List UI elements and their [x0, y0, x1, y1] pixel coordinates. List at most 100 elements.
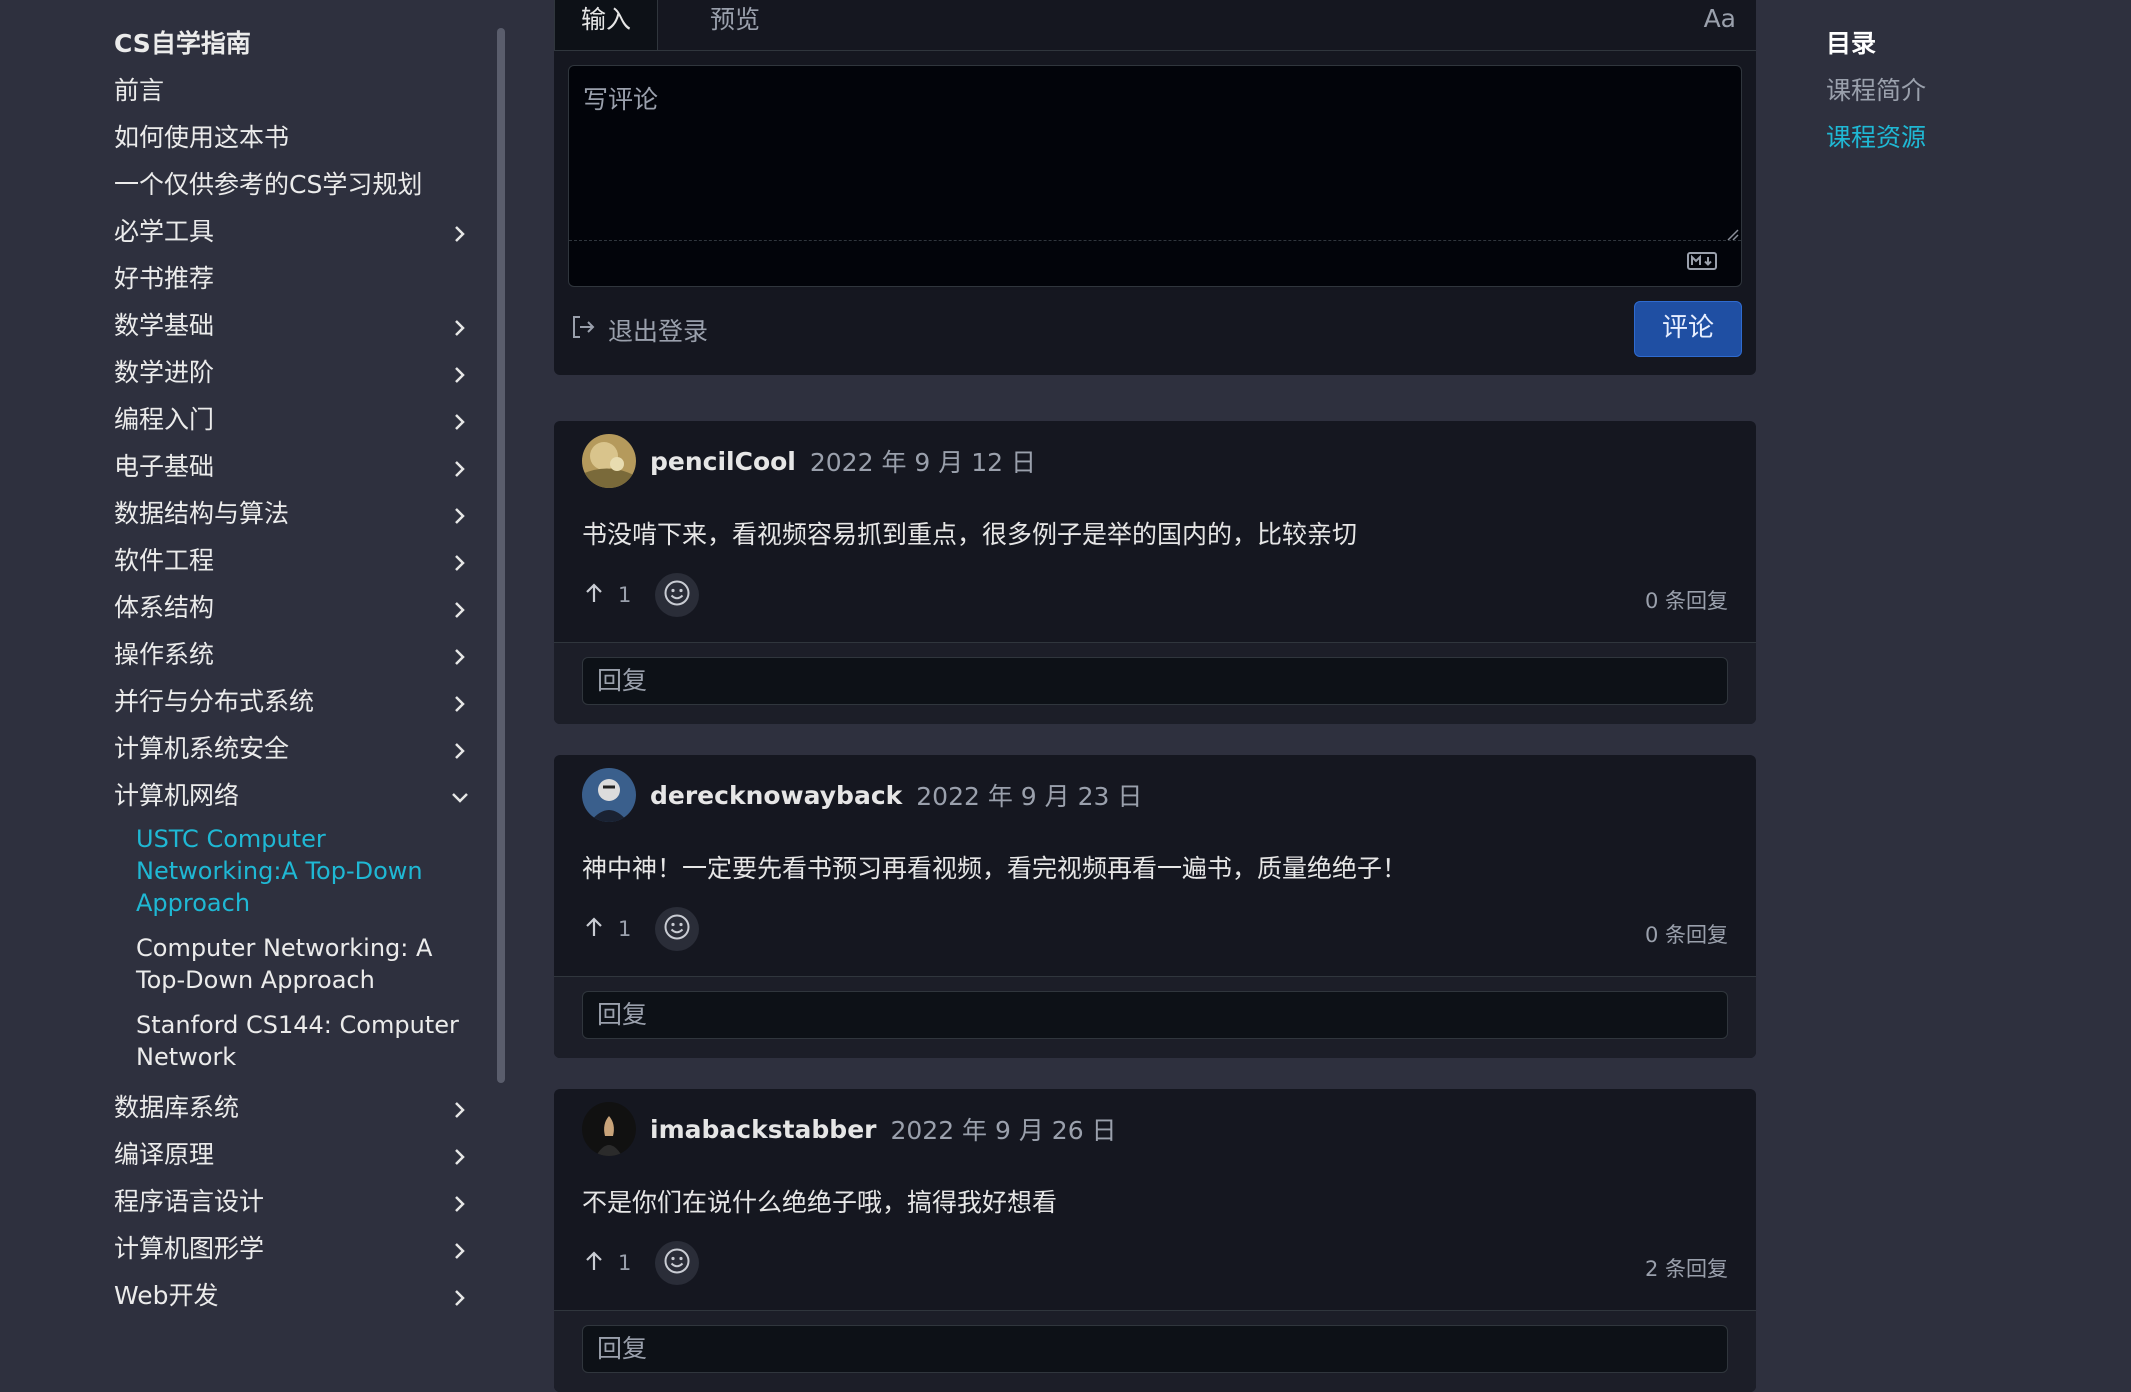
toc-title: 目录	[1826, 29, 1877, 58]
sidebar-item-security[interactable]: 计算机系统安全	[114, 727, 474, 774]
comment-author[interactable]: derecknowayback	[650, 781, 902, 810]
sidebar-item-parallel[interactable]: 并行与分布式系统	[114, 680, 474, 727]
sidebar-item-data-structures[interactable]: 数据结构与算法	[114, 492, 474, 539]
reply-area: 回复	[554, 642, 1756, 724]
add-reaction-button[interactable]	[655, 1241, 700, 1285]
comment-actions: 1	[582, 573, 700, 617]
smiley-icon	[663, 579, 691, 611]
comment-textarea[interactable]: 写评论	[568, 65, 1742, 287]
sidebar-item-architecture[interactable]: 体系结构	[114, 586, 474, 633]
sidebar-item-label: 数据库系统	[114, 1093, 240, 1122]
comment-date[interactable]: 2022 年 9 月 12 日	[810, 443, 1036, 479]
sidebar-item-pl-design[interactable]: 程序语言设计	[114, 1180, 474, 1227]
comment-body: 不是你们在说什么绝绝子哦，搞得我好想看	[582, 1188, 1058, 1217]
chevron-right-icon[interactable]	[446, 586, 474, 633]
comment-actions: 1	[582, 907, 700, 951]
sidebar-item-how-to-use[interactable]: 如何使用这本书	[114, 116, 474, 163]
submit-comment-button[interactable]: 评论	[1634, 301, 1742, 357]
chevron-right-icon[interactable]	[446, 539, 474, 586]
textarea-divider	[569, 240, 1741, 241]
sidebar-item-label: 计算机系统安全	[114, 734, 290, 763]
comment-actions: 1	[582, 1241, 700, 1285]
comment-card: imabackstabber 2022 年 9 月 26 日 不是你们在说什么绝…	[554, 1089, 1756, 1392]
avatar[interactable]	[582, 768, 636, 822]
sidebar-subitem-ustc-networking[interactable]: USTC Computer Networking:A Top-Down Appr…	[114, 823, 474, 919]
sidebar-item-database[interactable]: 数据库系统	[114, 1086, 474, 1133]
chevron-right-icon[interactable]	[446, 633, 474, 680]
sidebar-item-label: 如何使用这本书	[114, 123, 290, 152]
upvote-icon[interactable]	[582, 915, 606, 943]
upvote-count: 1	[618, 917, 632, 941]
comment-body: 书没啃下来，看视频容易抓到重点，很多例子是举的国内的，比较亲切	[582, 520, 1358, 549]
comment-date[interactable]: 2022 年 9 月 26 日	[890, 1111, 1116, 1147]
sidebar-item-books[interactable]: 好书推荐	[114, 257, 474, 304]
avatar[interactable]	[582, 434, 636, 488]
chevron-right-icon[interactable]	[446, 351, 474, 398]
comment-body: 神中神！一定要先看书预习再看视频，看完视频再看一遍书，质量绝绝子！	[582, 854, 1408, 883]
reply-input[interactable]: 回复	[582, 657, 1728, 705]
add-reaction-button[interactable]	[655, 573, 700, 617]
chevron-down-icon[interactable]	[446, 774, 474, 821]
reply-input[interactable]: 回复	[582, 991, 1728, 1039]
logout-icon	[570, 314, 596, 346]
sidebar-item-networking[interactable]: 计算机网络	[114, 774, 474, 821]
upvote-count: 1	[618, 583, 632, 607]
sidebar-item-electronics[interactable]: 电子基础	[114, 445, 474, 492]
sidebar-item-math-basics[interactable]: 数学基础	[114, 304, 474, 351]
chevron-right-icon[interactable]	[446, 1086, 474, 1133]
chevron-right-icon[interactable]	[446, 1133, 474, 1180]
comment-card: derecknowayback 2022 年 9 月 23 日 神中神！一定要先…	[554, 755, 1756, 1058]
sidebar-subitem-stanford-cs144[interactable]: Stanford CS144: Computer Network	[114, 1009, 474, 1073]
sidebar-scrollbar[interactable]	[497, 28, 505, 1083]
chevron-right-icon[interactable]	[446, 1227, 474, 1274]
tab-input[interactable]: 输入	[554, 0, 659, 50]
chevron-right-icon[interactable]	[446, 727, 474, 774]
sidebar-item-software-engineering[interactable]: 软件工程	[114, 539, 474, 586]
sidebar-item-compiler[interactable]: 编译原理	[114, 1133, 474, 1180]
comment-author[interactable]: imabackstabber	[650, 1115, 876, 1144]
logout-button[interactable]: 退出登录	[570, 312, 708, 348]
reply-count: 0 条回复	[1644, 589, 1728, 613]
tab-preview[interactable]: 预览	[684, 0, 786, 50]
chevron-right-icon[interactable]	[446, 304, 474, 351]
sidebar-item-label: 编程入门	[114, 405, 215, 434]
sidebar-item-cs-guide[interactable]: CS自学指南	[114, 22, 474, 69]
sidebar-item-preface[interactable]: 前言	[114, 69, 474, 116]
sidebar-item-study-plan[interactable]: 一个仅供参考的CS学习规划	[114, 163, 474, 210]
avatar[interactable]	[582, 1102, 636, 1156]
sidebar-item-graphics[interactable]: 计算机图形学	[114, 1227, 474, 1274]
left-sidebar: CS自学指南 前言 如何使用这本书 一个仅供参考的CS学习规划 必学工具 好书推…	[114, 22, 474, 1321]
sidebar-item-tools[interactable]: 必学工具	[114, 210, 474, 257]
sidebar-item-label: 必学工具	[114, 217, 215, 246]
sidebar-item-math-advanced[interactable]: 数学进阶	[114, 351, 474, 398]
sidebar-item-label: 体系结构	[114, 593, 215, 622]
chevron-right-icon[interactable]	[446, 1274, 474, 1321]
toc-item-course-intro[interactable]: 课程简介	[1826, 69, 1926, 116]
sidebar-item-programming-intro[interactable]: 编程入门	[114, 398, 474, 445]
editor-tabs: 输入 预览 Aa	[554, 0, 1756, 51]
sidebar-item-label: 软件工程	[114, 546, 215, 575]
sidebar-item-web-dev[interactable]: Web开发	[114, 1274, 474, 1321]
chevron-right-icon[interactable]	[446, 492, 474, 539]
chevron-right-icon[interactable]	[446, 445, 474, 492]
reply-input[interactable]: 回复	[582, 1325, 1728, 1373]
upvote-icon[interactable]	[582, 1249, 606, 1277]
sidebar-item-label: 数学基础	[114, 311, 215, 340]
sidebar-item-label: 好书推荐	[114, 264, 215, 293]
add-reaction-button[interactable]	[655, 907, 700, 951]
toc-item-course-resources[interactable]: 课程资源	[1826, 116, 1926, 163]
chevron-right-icon[interactable]	[446, 210, 474, 257]
comment-author[interactable]: pencilCool	[650, 447, 796, 476]
upvote-count: 1	[618, 1251, 632, 1275]
chevron-right-icon[interactable]	[446, 1180, 474, 1227]
upvote-icon[interactable]	[582, 581, 606, 609]
sidebar-item-os[interactable]: 操作系统	[114, 633, 474, 680]
reply-area: 回复	[554, 976, 1756, 1058]
chevron-right-icon[interactable]	[446, 398, 474, 445]
comment-date[interactable]: 2022 年 9 月 23 日	[916, 777, 1142, 813]
resize-handle-icon[interactable]	[1725, 226, 1739, 245]
reply-count[interactable]: 2 条回复	[1645, 1253, 1728, 1283]
chevron-right-icon[interactable]	[446, 680, 474, 727]
sidebar-subitem-computer-networking[interactable]: Computer Networking: A Top-Down Approach	[114, 932, 474, 996]
font-toggle-button[interactable]: Aa	[1704, 0, 1736, 44]
